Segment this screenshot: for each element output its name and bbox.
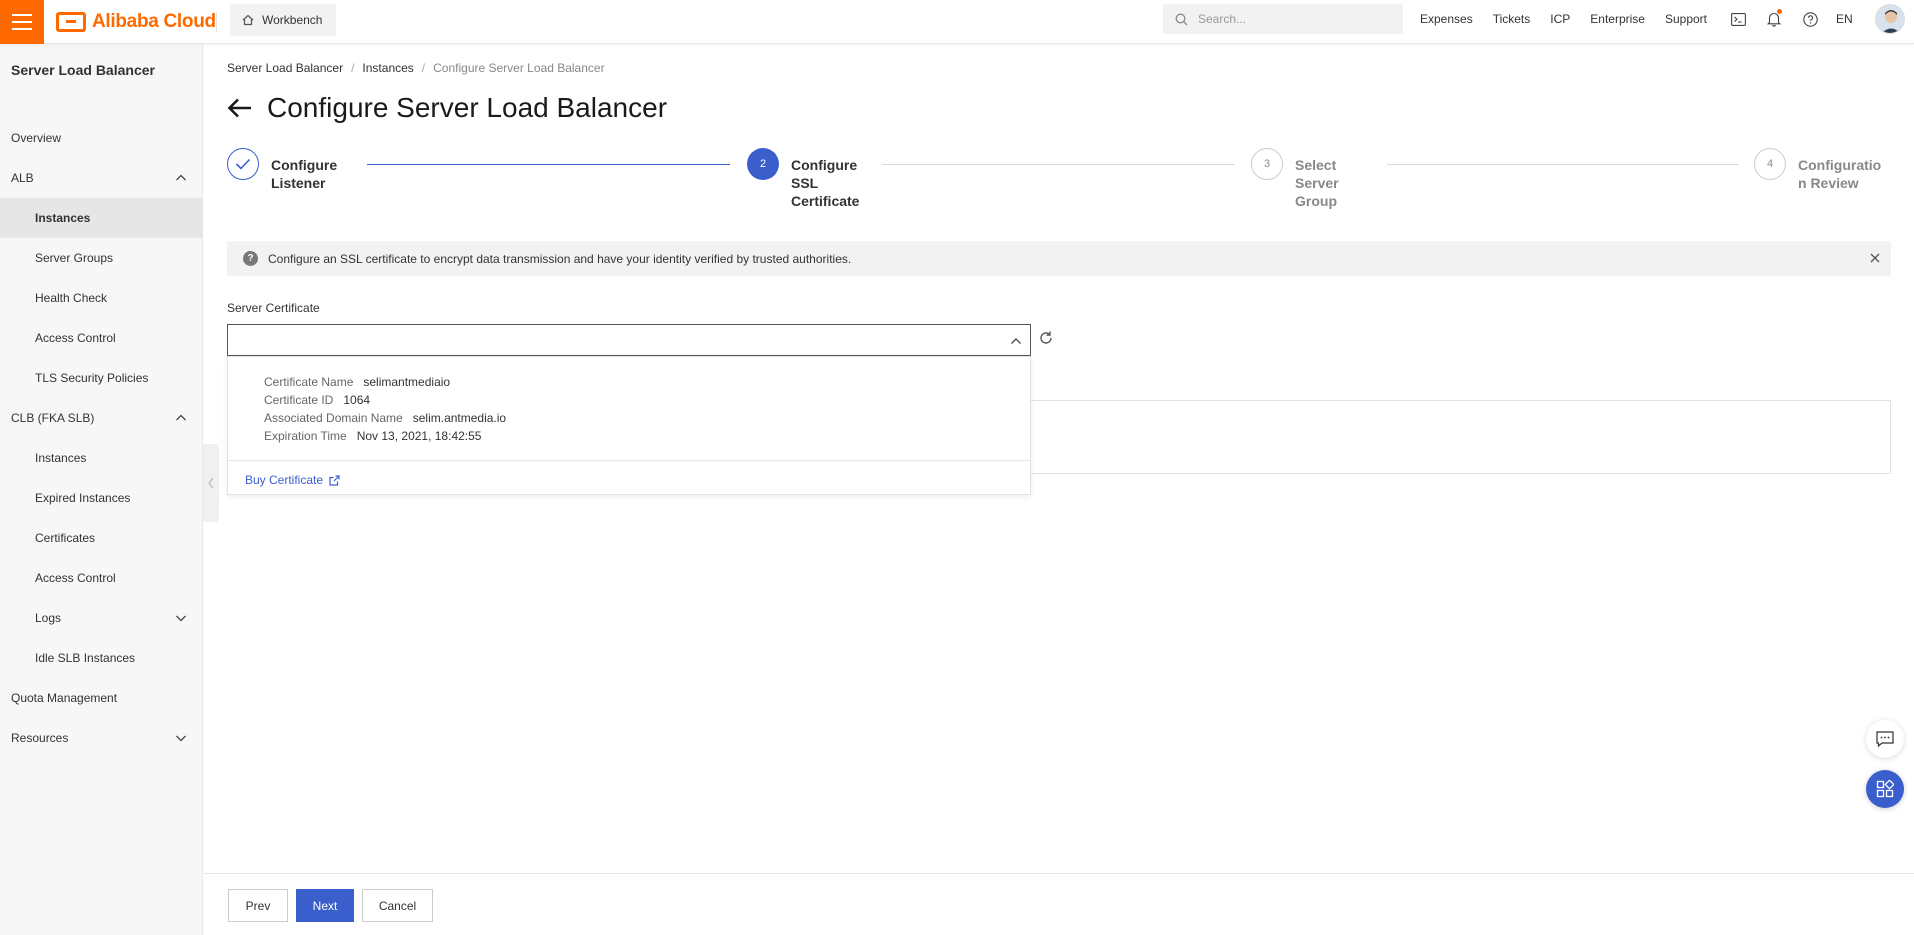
sidebar-item-resources[interactable]: Resources	[0, 718, 203, 758]
breadcrumb: Server Load Balancer / Instances / Confi…	[227, 61, 605, 75]
sidebar-item-overview[interactable]: Overview	[0, 118, 203, 158]
chat-button[interactable]	[1866, 720, 1904, 758]
top-icons: EN	[1728, 0, 1853, 38]
background-panel	[1031, 400, 1891, 474]
sidebar-item-clb-instances[interactable]: Instances	[0, 438, 203, 478]
sidebar-item-alb[interactable]: ALB	[0, 158, 203, 198]
breadcrumb-separator: /	[351, 61, 355, 75]
top-link-support[interactable]: Support	[1655, 12, 1717, 26]
bell-icon[interactable]	[1764, 9, 1784, 29]
certificate-expiry-row: Expiration Time Nov 13, 2021, 18:42:55	[264, 429, 482, 443]
step-3-label: Select Server Group	[1295, 157, 1339, 209]
page-title: Configure Server Load Balancer	[267, 92, 668, 123]
sidebar-item-clb-access-control[interactable]: Access Control	[0, 558, 203, 598]
step-connector	[1387, 164, 1739, 165]
steps: Configure Listener 2 Configure SSL Certific…	[227, 148, 1897, 228]
logo[interactable]: Alibaba Cloud	[56, 9, 216, 35]
language-switcher[interactable]: EN	[1836, 12, 1853, 26]
step-connector	[882, 164, 1235, 165]
chevron-up-icon	[176, 414, 186, 421]
main-content: Server Load Balancer / Instances / Confi…	[204, 44, 1914, 935]
terminal-icon[interactable]	[1728, 9, 1748, 29]
breadcrumb-separator: /	[421, 61, 426, 75]
sidebar-item-clb[interactable]: CLB (FKA SLB)	[0, 398, 203, 438]
sidebar-item-certificates[interactable]: Certificates	[0, 518, 203, 558]
server-certificate-label: Server Certificate	[227, 301, 320, 315]
sidebar-title: Server Load Balancer	[11, 62, 155, 78]
dropdown-divider	[228, 460, 1030, 461]
step-connector	[367, 164, 730, 165]
step-4-indicator: 4	[1754, 148, 1786, 180]
sidebar-item-logs[interactable]: Logs	[0, 598, 203, 638]
search-icon	[1175, 13, 1188, 25]
sidebar-item-server-groups[interactable]: Server Groups	[0, 238, 203, 278]
certificate-id-row: Certificate ID 1064	[264, 393, 371, 407]
avatar[interactable]	[1875, 4, 1905, 34]
close-icon[interactable]	[1869, 252, 1881, 264]
certificate-name-row: Certificate Name selimantmediaio	[264, 375, 451, 389]
refresh-icon[interactable]	[1038, 330, 1054, 346]
step-3-indicator: 3	[1251, 148, 1283, 180]
step-2-indicator: 2	[747, 148, 779, 180]
breadcrumb-current: Configure Server Load Balancer	[433, 61, 605, 75]
certificate-dropdown: Certificate Name selimantmediaio Certific…	[227, 356, 1031, 495]
external-link-icon	[329, 474, 340, 486]
workbench-button[interactable]: Workbench	[230, 4, 337, 36]
chevron-up-icon	[176, 174, 186, 181]
chevron-up-icon	[1011, 338, 1021, 344]
alibaba-cloud-logo-icon	[56, 12, 86, 32]
divider	[216, 12, 217, 32]
server-certificate-select[interactable]	[227, 324, 1031, 356]
help-icon[interactable]	[1800, 9, 1820, 29]
chevron-down-icon	[176, 615, 186, 622]
question-circle-icon: ?	[243, 251, 258, 266]
logo-text: Alibaba Cloud	[92, 11, 216, 32]
workbench-label: Workbench	[262, 13, 323, 27]
search-input[interactable]	[1198, 12, 1388, 26]
buy-certificate-link[interactable]: Buy Certificate	[245, 473, 340, 487]
apps-button[interactable]	[1866, 770, 1904, 808]
sidebar: Server Load Balancer Overview ALB Instan…	[0, 44, 203, 935]
menu-icon[interactable]	[0, 0, 44, 44]
step-1-check-icon	[227, 148, 259, 180]
top-link-icp[interactable]: ICP	[1540, 12, 1580, 26]
top-links: Expenses Tickets ICP Enterprise Support	[1410, 0, 1717, 38]
chat-icon	[1876, 731, 1894, 747]
alert-text: Configure an SSL certificate to encrypt …	[268, 251, 852, 266]
apps-grid-icon	[1876, 780, 1894, 798]
page-header: Configure Server Load Balancer	[227, 92, 667, 124]
back-arrow-icon[interactable]	[227, 95, 253, 121]
sidebar-item-expired-instances[interactable]: Expired Instances	[0, 478, 203, 518]
certificate-domain-row: Associated Domain Name selim.antmedia.io	[264, 411, 507, 425]
top-link-enterprise[interactable]: Enterprise	[1580, 12, 1655, 26]
cancel-button[interactable]: Cancel	[362, 889, 433, 922]
home-icon	[242, 14, 254, 26]
step-1-label: Configure Listener	[271, 157, 338, 191]
step-4-label: Configuratio n Review	[1798, 157, 1882, 191]
sidebar-item-health-check[interactable]: Health Check	[0, 278, 203, 318]
breadcrumb-server-load-balancer[interactable]: Server Load Balancer	[227, 61, 343, 75]
notification-dot	[1777, 9, 1782, 14]
footer-actions: Prev Next Cancel	[204, 873, 1914, 935]
info-alert: ? Configure an SSL certificate to encryp…	[227, 241, 1891, 276]
sidebar-item-alb-instances[interactable]: Instances	[0, 198, 203, 238]
sidebar-item-idle-slb-instances[interactable]: Idle SLB Instances	[0, 638, 203, 678]
sidebar-item-alb-access-control[interactable]: Access Control	[0, 318, 203, 358]
breadcrumb-instances[interactable]: Instances	[362, 61, 413, 75]
top-link-tickets[interactable]: Tickets	[1483, 12, 1541, 26]
chevron-down-icon	[176, 735, 186, 742]
sidebar-item-tls-security-policies[interactable]: TLS Security Policies	[0, 358, 203, 398]
user-avatar-icon	[1876, 5, 1904, 33]
top-bar: Alibaba Cloud Workbench Expenses Tickets…	[0, 0, 1914, 44]
sidebar-item-quota-management[interactable]: Quota Management	[0, 678, 203, 718]
prev-button[interactable]: Prev	[228, 889, 288, 922]
step-2-label: Configure SSL Certificate	[791, 157, 860, 209]
next-button[interactable]: Next	[296, 889, 354, 922]
search-box[interactable]	[1163, 4, 1403, 34]
certificate-option[interactable]: Certificate Name selimantmediaio Certific…	[228, 357, 1030, 458]
top-link-expenses[interactable]: Expenses	[1410, 12, 1483, 26]
